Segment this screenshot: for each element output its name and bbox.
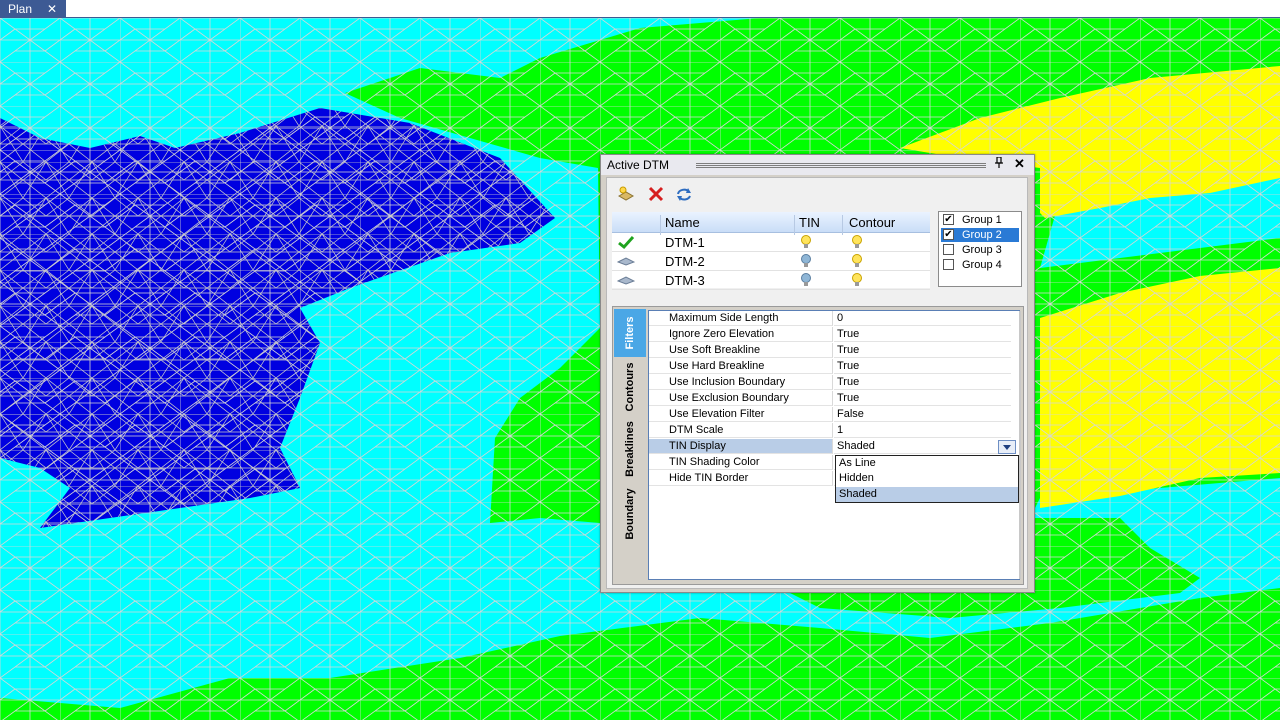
refresh-icon[interactable] [675,185,693,203]
property-name: Use Elevation Filter [649,407,833,422]
property-name: Use Hard Breakline [649,359,833,374]
tab-breaklines[interactable]: Breaklines [614,417,646,481]
group-item-1[interactable]: ✔ Group 1 [941,213,1019,227]
property-row[interactable]: Use Soft Breakline True [649,343,1011,359]
property-name: TIN Display [649,439,833,454]
column-contour[interactable]: Contour [849,215,895,230]
dropdown-option-shaded[interactable]: Shaded [836,487,1018,502]
group-label: Group 1 [962,214,1002,226]
property-value[interactable]: True [834,343,1011,358]
tab-contours[interactable]: Contours [614,359,646,415]
surface-icon [616,272,636,288]
checkmark-icon [617,234,635,250]
panel-body: Name TIN Contour DTM-1 DTM-2 DTM-3 ✔ Gro… [606,177,1028,589]
close-icon[interactable]: ✕ [1014,156,1025,172]
tin-display-dropdown: As Line Hidden Shaded [835,455,1019,503]
tab-label: Filters [624,316,636,350]
property-row-tin-display[interactable]: TIN Display Shaded [649,439,1016,455]
tab-label: Breaklines [624,421,636,477]
property-value[interactable]: 1 [834,423,1011,438]
dropdown-option-hidden[interactable]: Hidden [836,471,1018,486]
property-name: DTM Scale [649,423,833,438]
tab-label: Contours [624,362,636,412]
drag-grip[interactable] [696,163,986,168]
property-name: Use Exclusion Boundary [649,391,833,406]
panel-title: Active DTM [607,158,670,172]
lightbulb-on-icon[interactable] [850,272,864,288]
tab-label: Boundary [624,488,636,540]
property-row[interactable]: Maximum Side Length 0 [649,311,1011,327]
property-row[interactable]: Use Elevation Filter False [649,407,1011,423]
property-row[interactable]: Use Inclusion Boundary True [649,375,1011,391]
close-icon[interactable]: ✕ [47,0,57,18]
property-value[interactable]: False [834,407,1011,422]
tab-boundary[interactable]: Boundary [614,483,646,545]
delete-icon[interactable] [647,185,665,203]
chevron-down-icon[interactable] [998,440,1016,454]
lightbulb-on-icon[interactable] [799,234,813,250]
dtm-list: Name TIN Contour DTM-1 DTM-2 DTM-3 [612,212,930,290]
property-row[interactable]: Ignore Zero Elevation True [649,327,1011,343]
property-value[interactable]: True [834,327,1011,342]
dtm-name: DTM-1 [665,235,705,250]
property-value[interactable]: True [834,391,1011,406]
group-label: Group 2 [962,229,1002,241]
property-name: Maximum Side Length [649,311,833,326]
dtm-row-2[interactable]: DTM-2 [612,252,930,271]
dtm-name: DTM-2 [665,254,705,269]
group-checkbox[interactable] [943,244,954,255]
property-name: Use Soft Breakline [649,343,833,358]
property-value[interactable]: 0 [834,311,1011,326]
lightbulb-off-icon[interactable] [799,272,813,288]
property-row[interactable]: Use Hard Breakline True [649,359,1011,375]
property-name: TIN Shading Color [649,455,833,470]
property-area: Filters Contours Breaklines Boundary Max… [612,306,1024,585]
surface-icon [616,253,636,269]
add-dtm-icon[interactable] [617,185,635,203]
active-dtm-panel: Active DTM ✕ Name TIN Contour DTM-1 DTM-… [600,154,1035,593]
pin-icon[interactable] [994,156,1004,172]
tab-label: Plan [8,2,33,16]
property-value[interactable]: Shaded [834,439,1011,454]
property-row[interactable]: Use Exclusion Boundary True [649,391,1011,407]
property-name: Use Inclusion Boundary [649,375,833,390]
group-item-2[interactable]: ✔ Group 2 [941,228,1019,242]
column-name[interactable]: Name [665,215,700,230]
group-item-3[interactable]: Group 3 [941,243,1019,257]
panel-title-bar[interactable]: Active DTM ✕ [601,155,1034,175]
property-name: Hide TIN Border [649,471,833,486]
group-label: Group 4 [962,259,1002,271]
property-name: Ignore Zero Elevation [649,327,833,342]
group-checkbox[interactable] [943,259,954,270]
group-checkbox[interactable]: ✔ [943,229,954,240]
lightbulb-off-icon[interactable] [799,253,813,269]
property-value[interactable]: True [834,359,1011,374]
tab-plan[interactable]: Plan ✕ [0,0,66,18]
property-row[interactable]: DTM Scale 1 [649,423,1011,439]
group-list: ✔ Group 1 ✔ Group 2 Group 3 Group 4 [938,211,1022,287]
group-item-4[interactable]: Group 4 [941,258,1019,272]
lightbulb-on-icon[interactable] [850,253,864,269]
dtm-row-3[interactable]: DTM-3 [612,271,930,290]
document-tab-strip: Plan ✕ [0,0,1280,18]
group-label: Group 3 [962,244,1002,256]
dtm-row-1[interactable]: DTM-1 [612,233,930,252]
column-tin[interactable]: TIN [799,215,820,230]
tab-filters[interactable]: Filters [614,309,646,357]
dtm-name: DTM-3 [665,273,705,288]
group-checkbox[interactable]: ✔ [943,214,954,225]
dtm-list-header: Name TIN Contour [612,212,930,235]
property-value[interactable]: True [834,375,1011,390]
lightbulb-on-icon[interactable] [850,234,864,250]
dropdown-option-as-line[interactable]: As Line [836,456,1018,471]
property-grid: Maximum Side Length 0 Ignore Zero Elevat… [648,310,1021,580]
scrollbar[interactable] [1019,311,1021,579]
